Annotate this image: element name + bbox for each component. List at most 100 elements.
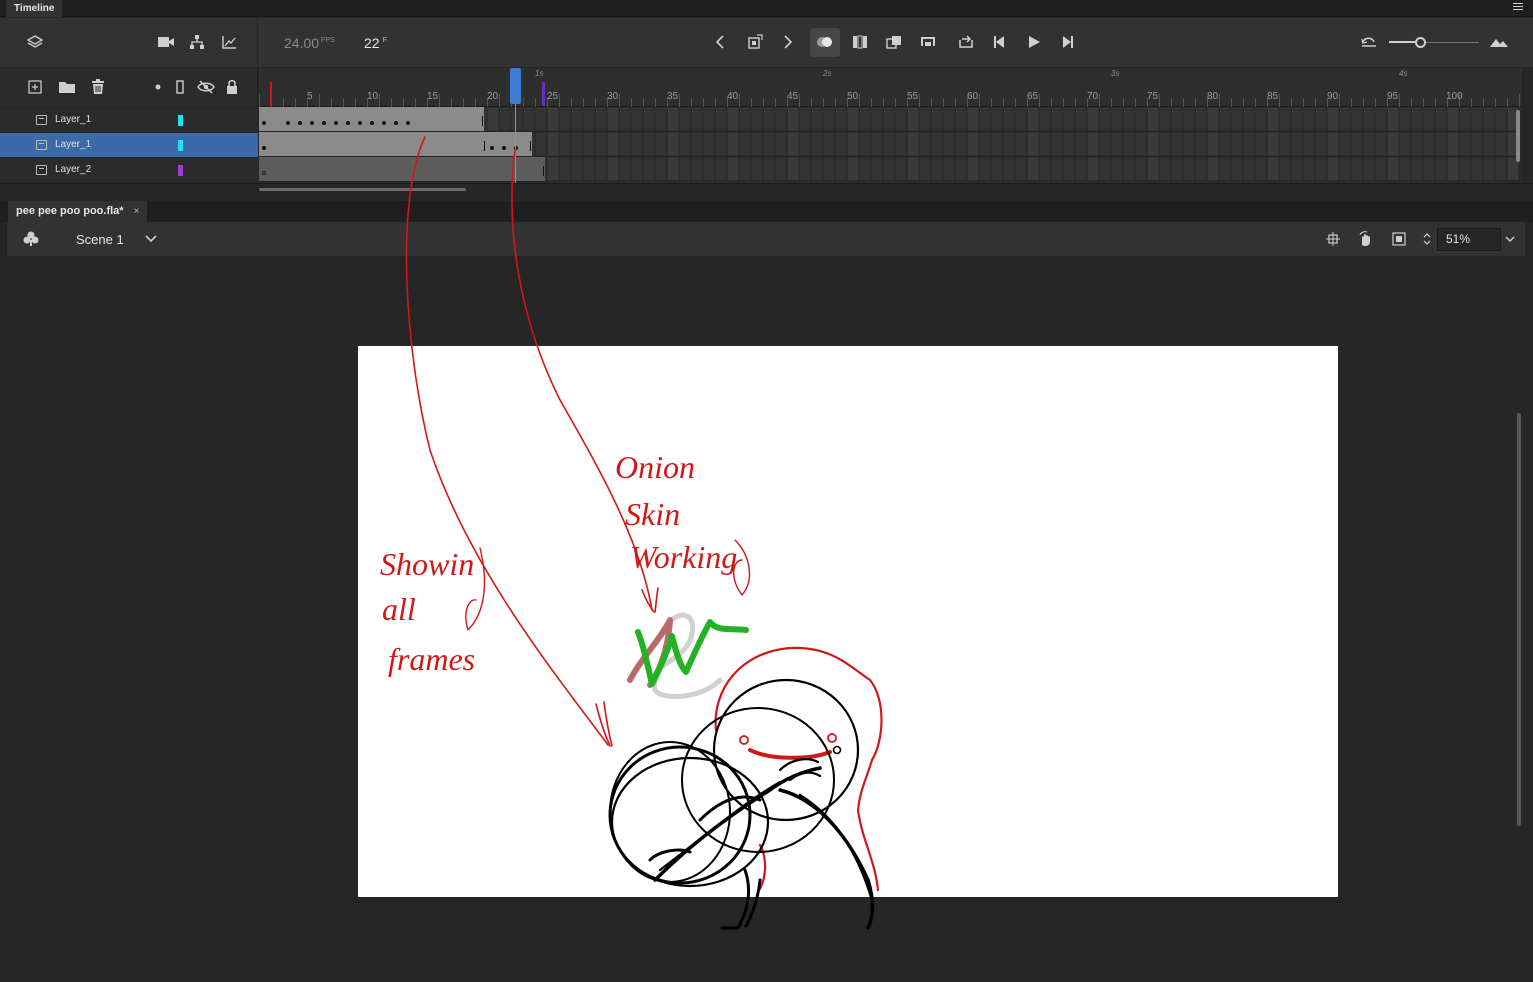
snap-crosshair-icon[interactable]	[1324, 230, 1342, 248]
undo-icon[interactable]	[1360, 33, 1378, 51]
layer-name[interactable]: Layer_1	[55, 114, 91, 125]
layers-icon[interactable]	[26, 33, 44, 51]
keyframe[interactable]	[502, 146, 506, 150]
step-forward-icon[interactable]	[1058, 33, 1076, 51]
ruler-frame-label: 90	[1327, 91, 1339, 102]
blank-keyframe[interactable]	[262, 171, 266, 175]
frame-ruler[interactable]: 5 10 15 20 25 30 35 40 45 50 55 60 65 70…	[259, 68, 1522, 107]
layer-type-icon	[36, 140, 47, 150]
ruler-frame-label: 85	[1267, 91, 1279, 102]
onion-skin-start-marker[interactable]	[270, 82, 272, 106]
keyframe[interactable]	[310, 121, 314, 125]
frame-grid[interactable]	[259, 107, 1522, 183]
edit-multiple-frames-icon[interactable]	[851, 33, 869, 51]
frame-row-layer-1-selected[interactable]	[259, 132, 1522, 157]
eye-slash-icon[interactable]	[197, 78, 215, 96]
chevron-right-icon[interactable]	[779, 33, 797, 51]
frame-span[interactable]	[259, 107, 484, 131]
dot-icon[interactable]	[149, 78, 167, 96]
add-layer-icon[interactable]	[26, 78, 44, 96]
loop-playback-icon[interactable]	[957, 33, 975, 51]
onion-skin-button[interactable]	[810, 28, 840, 57]
keyframe[interactable]	[334, 121, 338, 125]
frame-span[interactable]	[259, 157, 545, 181]
keyframe[interactable]	[370, 121, 374, 125]
zoom-dropdown-icon[interactable]	[1504, 230, 1516, 248]
ruler-frame-label: 50	[847, 91, 859, 102]
keyframe[interactable]	[394, 121, 398, 125]
frames-area[interactable]: 5 10 15 20 25 30 35 40 45 50 55 60 65 70…	[259, 68, 1522, 183]
keyframe[interactable]	[406, 121, 410, 125]
layer-name[interactable]: Layer_1	[55, 139, 91, 150]
camera-icon[interactable]	[157, 33, 175, 51]
layer-color-swatch[interactable]	[178, 165, 183, 176]
ruler-frame-label: 15	[427, 91, 439, 102]
panel-menu-icon[interactable]	[1513, 3, 1523, 13]
layer-type-icon	[36, 115, 47, 125]
playhead[interactable]	[510, 68, 521, 104]
chevron-down-icon[interactable]	[142, 230, 160, 248]
onion-skin-end-marker[interactable]	[542, 82, 545, 106]
keyframe[interactable]	[382, 121, 386, 125]
outline-icon[interactable]	[171, 78, 189, 96]
keyframe[interactable]	[298, 121, 302, 125]
zoom-input[interactable]: 51%	[1437, 228, 1501, 251]
layer-row-selected[interactable]: Layer_1	[0, 133, 258, 158]
layers-horizontal-scrollbar[interactable]	[259, 188, 466, 191]
keyframe[interactable]	[262, 146, 266, 150]
step-back-icon[interactable]	[991, 33, 1009, 51]
keyframe[interactable]	[286, 121, 290, 125]
keyframe[interactable]	[322, 121, 326, 125]
frame-row-layer-2[interactable]	[259, 157, 1522, 182]
clip-content-icon[interactable]	[1390, 230, 1408, 248]
chevron-left-icon[interactable]	[711, 33, 729, 51]
hierarchy-icon[interactable]	[188, 33, 206, 51]
document-tab[interactable]: pee pee poo poo.fla* ×	[8, 201, 148, 222]
layer-color-swatch[interactable]	[178, 115, 183, 126]
frame-row-layer-1-top[interactable]	[259, 107, 1522, 132]
edit-bar: Scene 1 51%	[7, 222, 1525, 256]
scene-name[interactable]: Scene 1	[76, 232, 124, 247]
trash-icon[interactable]	[89, 78, 107, 96]
keyframe[interactable]	[358, 121, 362, 125]
folder-icon[interactable]	[58, 78, 76, 96]
timeline-toolbar: 24.00 FPS 22 F	[0, 18, 1533, 67]
loop-icon[interactable]	[746, 33, 764, 51]
hand-rotate-icon[interactable]	[1357, 230, 1375, 248]
fps-readout[interactable]: 24.00 FPS	[284, 35, 335, 51]
ruler-second-label: 2s	[823, 69, 832, 78]
keyframe[interactable]	[262, 121, 266, 125]
layer-row[interactable]: Layer_1	[0, 108, 258, 133]
keyframe[interactable]	[346, 121, 350, 125]
span-end	[530, 141, 531, 151]
timeline-zoom-handle[interactable]	[1415, 37, 1426, 48]
mountain-icon[interactable]	[1489, 33, 1509, 51]
stage-canvas[interactable]	[358, 346, 1338, 897]
lock-icon[interactable]	[223, 78, 241, 96]
timeline-tab[interactable]: Timeline	[6, 0, 63, 17]
ruler-frame-label: 35	[667, 91, 679, 102]
graph-icon[interactable]	[220, 33, 238, 51]
insert-keyframe-icon[interactable]	[885, 33, 903, 51]
layer-row[interactable]: Layer_2	[0, 158, 258, 183]
layer-color-swatch[interactable]	[178, 140, 183, 151]
ruler-frame-label: 95	[1387, 91, 1399, 102]
panel-tabbar: Timeline	[0, 0, 1533, 17]
play-icon[interactable]	[1025, 33, 1043, 51]
scene-club-icon[interactable]	[22, 230, 40, 248]
layer-name[interactable]: Layer_2	[55, 164, 91, 175]
insert-blank-keyframe-icon[interactable]	[919, 33, 937, 51]
ruler-frame-label: 60	[967, 91, 979, 102]
keyframe[interactable]	[490, 146, 494, 150]
timeline-vertical-scrollbar[interactable]	[1516, 110, 1520, 162]
ruler-frame-label: 70	[1087, 91, 1099, 102]
zoom-stepper-icon[interactable]	[1420, 230, 1434, 248]
ruler-second-label: 1s	[535, 69, 544, 78]
close-icon[interactable]: ×	[134, 206, 140, 217]
ruler-frame-label: 55	[907, 91, 919, 102]
ruler-frame-label: 75	[1147, 91, 1159, 102]
stage-vertical-scrollbar[interactable]	[1517, 413, 1521, 826]
ruler-frame-label: 65	[1027, 91, 1039, 102]
frame-span[interactable]	[259, 132, 532, 156]
current-frame-readout[interactable]: 22 F	[364, 35, 387, 51]
